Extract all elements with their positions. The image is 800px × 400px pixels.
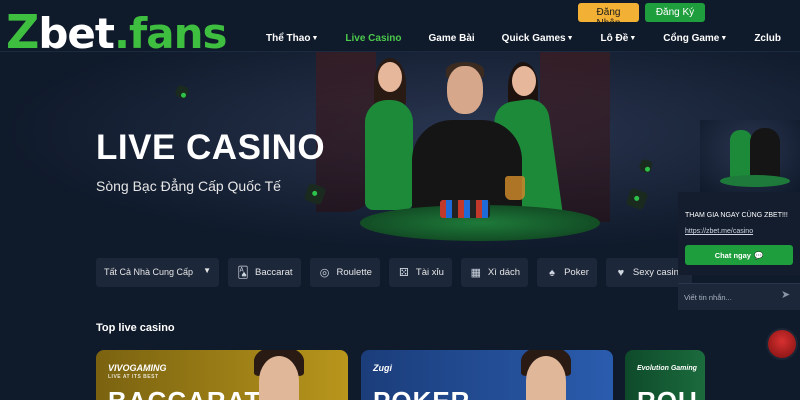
register-button[interactable]: Đăng Ký bbox=[645, 3, 705, 22]
chat-preview-image bbox=[700, 120, 800, 192]
dice-icon: ⚄ bbox=[399, 267, 409, 279]
sexy-casino-icon: ♥ bbox=[617, 266, 625, 279]
dealer-center-head bbox=[447, 66, 483, 114]
casino-chips bbox=[440, 200, 490, 218]
roulette-icon: ◎ bbox=[319, 267, 330, 279]
hero-subtitle: Sòng Bạc Đẳng Cấp Quốc Tế bbox=[96, 178, 281, 194]
baccarat-icon: 🂡 bbox=[237, 267, 249, 279]
nav-item-zclub[interactable]: Zclub bbox=[754, 33, 781, 44]
send-icon[interactable]: ➤ bbox=[781, 289, 793, 301]
chat-link[interactable]: https://zbet.me/casino bbox=[685, 228, 753, 235]
dealer-left-head bbox=[378, 62, 402, 92]
whiskey-glass bbox=[505, 176, 525, 200]
caret-down-icon: ▼ bbox=[566, 35, 574, 42]
casino-table bbox=[720, 175, 790, 187]
caret-down-icon: ▼ bbox=[203, 266, 211, 275]
caret-down-icon: ▼ bbox=[629, 35, 637, 42]
game-card-poker[interactable]: Zugi POKER bbox=[361, 350, 613, 400]
provider-logo: Zugi bbox=[373, 363, 392, 373]
card-title: POKER bbox=[373, 386, 470, 400]
game-card-roulette[interactable]: Evolution Gaming ROU bbox=[625, 350, 705, 400]
cards-icon: ▦ bbox=[470, 267, 482, 279]
chat-message: THAM GIA NGAY CÙNG ZBET!!! bbox=[685, 212, 788, 219]
dealer-right-head bbox=[512, 66, 536, 96]
poker-icon: ♠ bbox=[549, 266, 556, 279]
main-nav: Thể Thao▼ Live Casino Game Bài Quick Gam… bbox=[266, 33, 800, 44]
chat-now-button[interactable]: Chat ngay 💬 bbox=[685, 245, 793, 265]
site-logo[interactable]: Zbet.fans bbox=[6, 8, 227, 58]
dealer-avatar bbox=[526, 356, 566, 400]
filter-tai-xiu[interactable]: ⚄ Tài xỉu bbox=[388, 258, 452, 287]
filter-roulette[interactable]: ◎ Roulette bbox=[309, 258, 380, 287]
section-title: Top live casino bbox=[96, 322, 175, 334]
provider-logo: VIVOGAMING LIVE AT ITS BEST bbox=[108, 363, 167, 381]
caret-down-icon: ▼ bbox=[720, 35, 728, 42]
nav-item-cong-game[interactable]: Cổng Game▼ bbox=[663, 33, 727, 44]
provider-select[interactable]: Tất Cả Nhà Cung Cấp ▼ bbox=[96, 258, 219, 287]
nav-item-the-thao[interactable]: Thể Thao▼ bbox=[266, 33, 318, 44]
filter-baccarat[interactable]: 🂡 Baccarat bbox=[228, 258, 301, 287]
auth-buttons: Đăng Nhập Đăng Ký bbox=[578, 3, 705, 29]
filter-xi-dach[interactable]: ▦ Xì dách bbox=[460, 258, 529, 287]
category-filters: Tất Cả Nhà Cung Cấp ▼ 🂡 Baccarat ◎ Roule… bbox=[96, 258, 693, 287]
chat-bubble-icon: 💬 bbox=[753, 250, 764, 260]
card-title: ROU bbox=[637, 386, 698, 400]
card-title: BACCARAT bbox=[108, 386, 261, 400]
nav-item-quick-games[interactable]: Quick Games▼ bbox=[502, 33, 574, 44]
nav-item-lo-de[interactable]: Lô Đề▼ bbox=[601, 33, 637, 44]
filter-poker[interactable]: ♠ Poker bbox=[537, 258, 597, 287]
provider-logo: Evolution Gaming bbox=[637, 365, 697, 372]
game-card-baccarat[interactable]: VIVOGAMING LIVE AT ITS BEST BACCARAT bbox=[96, 350, 348, 400]
dealer-left-dress bbox=[365, 100, 413, 210]
chat-agent-avatar[interactable] bbox=[766, 328, 798, 360]
site-header: Zbet.fans Đăng Nhập Đăng Ký Thể Thao▼ Li… bbox=[0, 0, 800, 58]
dealer-avatar bbox=[259, 356, 299, 400]
login-button[interactable]: Đăng Nhập bbox=[578, 3, 639, 29]
chat-message-input[interactable] bbox=[684, 290, 774, 304]
nav-item-live-casino[interactable]: Live Casino bbox=[345, 33, 401, 44]
nav-item-game-bai[interactable]: Game Bài bbox=[429, 33, 475, 44]
dealer-figure bbox=[730, 130, 752, 180]
caret-down-icon: ▼ bbox=[311, 35, 319, 42]
hero-title: LIVE CASINO bbox=[96, 128, 326, 167]
